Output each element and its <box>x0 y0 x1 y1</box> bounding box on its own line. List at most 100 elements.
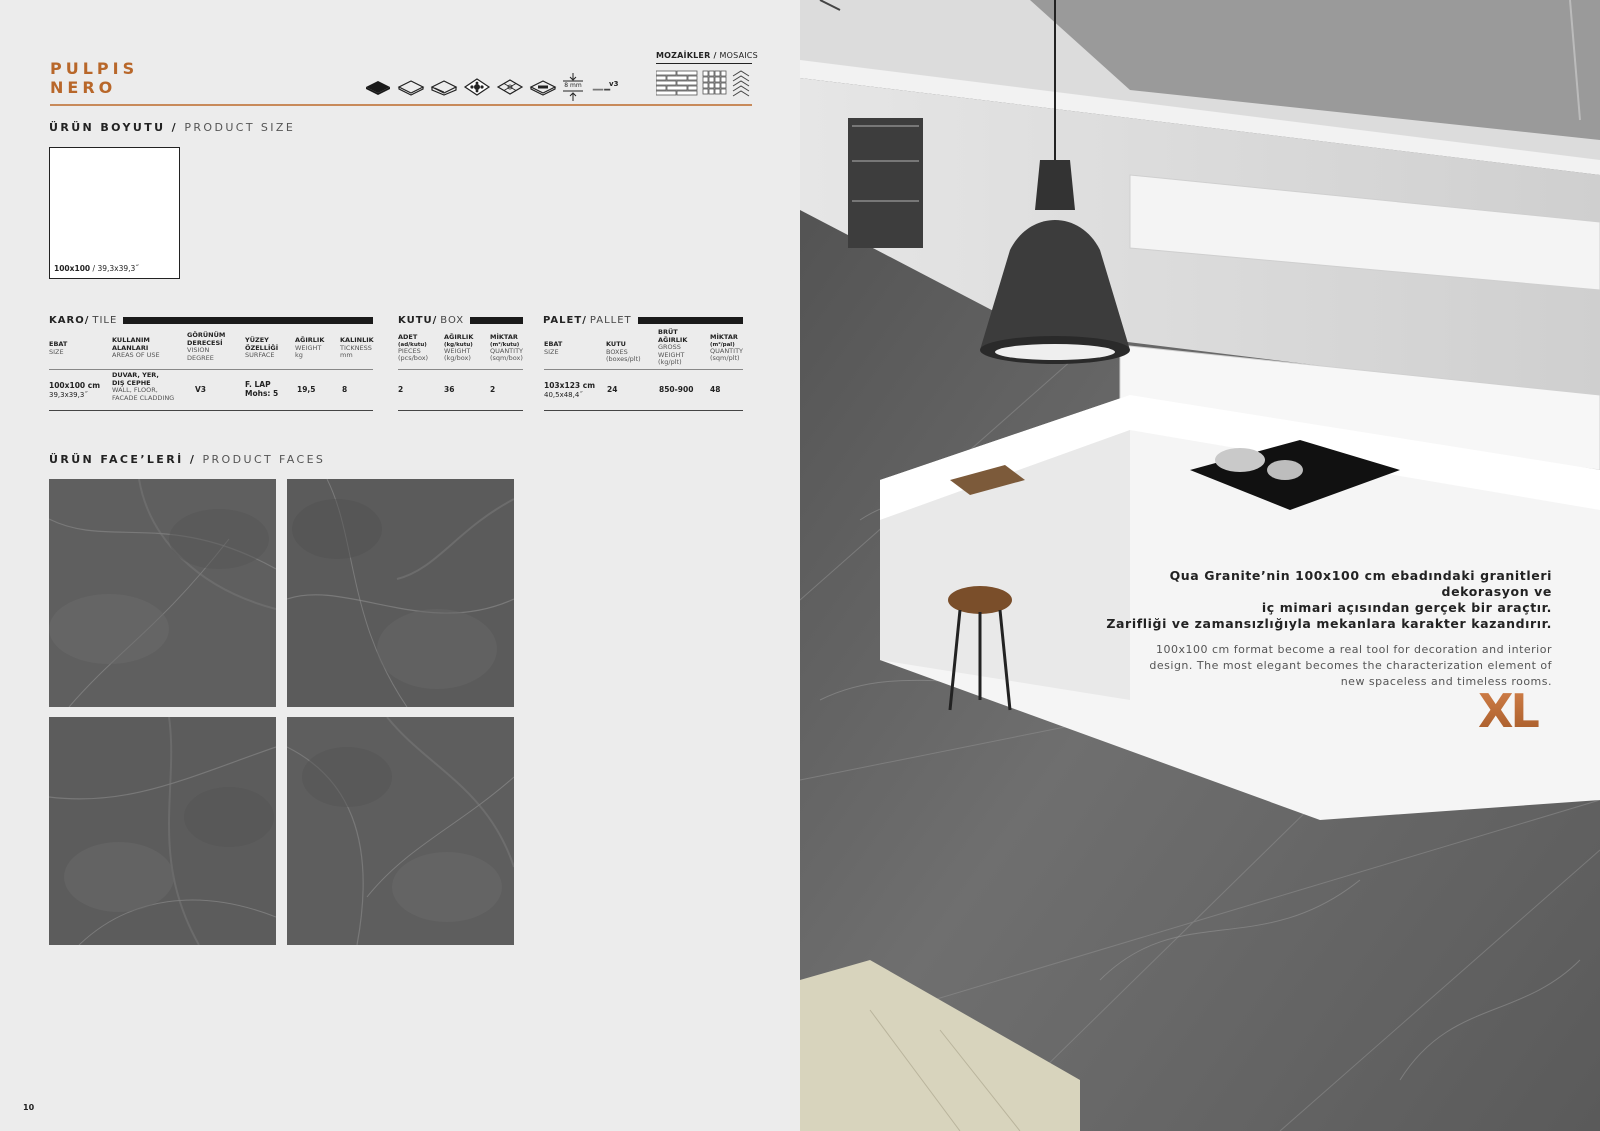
pallet-gross-value: 850-900 <box>659 385 694 394</box>
header-en: QUANTITY (sqm/box) <box>490 346 524 363</box>
header-tr: GÖRÜNÜM DERECESİ <box>187 331 226 347</box>
grid-pattern-icon <box>496 78 524 96</box>
decor-pattern-icon <box>463 78 491 96</box>
face-tile-2 <box>287 479 514 707</box>
tile-header-areas: KULLANIM ALANLARI AREAS OF USE <box>112 336 160 360</box>
header-en: SIZE <box>49 347 64 356</box>
page-number: 10 <box>23 1103 35 1112</box>
brick-mosaic-icon <box>655 70 698 98</box>
caption: Qua Granite’nin 100x100 cm ebadındaki gr… <box>1092 568 1552 690</box>
tile-table-heading: KARO / TILE <box>49 315 373 326</box>
tile-edge-icon <box>430 78 458 96</box>
box-table-bottom <box>398 410 523 411</box>
header-en: PIECES (pcs/box) <box>398 346 429 363</box>
header-tr: MİKTAR <box>490 333 518 341</box>
tile-table-title-tr: KARO <box>49 315 85 326</box>
product-size-heading: ÜRÜN BOYUTU / PRODUCT SIZE <box>49 121 295 134</box>
value-en: WALL, FLOOR, FACADE CLADDING <box>112 386 175 402</box>
feature-icons: 8 mm v3 <box>364 73 626 101</box>
chevron-mosaic-icon <box>732 70 750 98</box>
tile-header-thickness: KALINLIK TICKNESS mm <box>340 336 374 360</box>
header-en: GROSS WEIGHT (kg/plt) <box>658 343 685 367</box>
tile-header-weight: AĞIRLIK WEIGHT kg <box>295 336 324 360</box>
thickness-label: 8 mm <box>564 82 582 89</box>
tile-weight-value: 19,5 <box>297 385 316 394</box>
box-table-title-tr: KUTU <box>398 315 433 326</box>
mosaics-label: MOZAİKLER / MOSAICS <box>656 51 758 60</box>
size-diagram: 100x100 / 39,3x39,3˝ <box>49 147 180 279</box>
header-tr: AĞIRLIK <box>444 333 474 341</box>
product-name-line2: NERO <box>50 78 117 97</box>
header-en: WEIGHT (kg/box) <box>444 346 471 363</box>
heading-bar <box>123 317 373 324</box>
pallet-header-size: EBAT SIZE <box>544 340 562 356</box>
value-in: 40,5x48,4˝ <box>544 390 583 399</box>
header-en: VISION DEGREE <box>187 346 214 362</box>
value-cm: 103x123 cm <box>544 381 596 390</box>
xl-badge-text: XL <box>1478 689 1539 731</box>
mosaics-divider <box>656 63 752 64</box>
header-tr: BRÜT AĞIRLIK <box>658 328 688 344</box>
variation-v3-icon: v3 <box>589 78 621 96</box>
product-name-line1: PULPIS <box>50 59 139 78</box>
product-title: PULPIS NERO <box>50 59 138 97</box>
tile-surface-value: F. LAP Mohs: 5 <box>245 380 279 398</box>
tile-size-value: 100x100 cm 39,3x39,3˝ <box>49 381 101 399</box>
tile-outline-icon <box>397 78 425 96</box>
pallet-table-divider <box>544 369 743 370</box>
variation-label: v3 <box>609 80 619 88</box>
mosaics-label-en: MOSAICS <box>719 51 758 60</box>
header-en: QUANTITY (sqm/plt) <box>710 346 744 363</box>
value-cm: 100x100 cm <box>49 381 101 390</box>
size-label: 100x100 / 39,3x39,3˝ <box>54 264 139 273</box>
full-body-tile-icon <box>364 78 392 96</box>
box-quantity-value: 2 <box>490 385 496 394</box>
caption-tr: Qua Granite’nin 100x100 cm ebadındaki gr… <box>1106 568 1552 631</box>
value-tr: DUVAR, YER, DIŞ CEPHE <box>112 371 159 387</box>
tile-vision-value: V3 <box>195 385 207 394</box>
header-rule <box>50 104 752 106</box>
heading-bar <box>470 317 523 324</box>
box-pieces-value: 2 <box>398 385 404 394</box>
header-en: SURFACE <box>245 351 275 360</box>
pallet-header-quantity: MİKTAR (m²/pal) QUANTITY (sqm/plt) <box>710 333 744 363</box>
header-en: AREAS OF USE <box>112 351 160 360</box>
xl-badge: XL <box>1478 684 1554 738</box>
box-weight-value: 36 <box>444 385 455 394</box>
header-tr: ADET <box>398 333 418 341</box>
pallet-table-title-en: PALLET <box>589 315 632 326</box>
value-in: 39,3x39,3˝ <box>49 390 88 399</box>
product-faces-heading: ÜRÜN FACE’LERİ / PRODUCT FACES <box>49 453 325 466</box>
square-mosaic-icon <box>702 70 728 98</box>
tile-header-size: EBAT SIZE <box>49 340 67 356</box>
header-en: TICKNESS mm <box>340 343 372 360</box>
product-size-heading-en: PRODUCT SIZE <box>184 121 296 134</box>
tile-areas-value: DUVAR, YER, DIŞ CEPHE WALL, FLOOR, FACADE… <box>112 371 175 402</box>
mosaic-icons <box>655 70 750 98</box>
box-table-divider <box>398 369 523 370</box>
tile-text-icon <box>529 78 557 96</box>
box-header-quantity: MİKTAR (m²/kutu) QUANTITY (sqm/box) <box>490 333 524 363</box>
pallet-quantity-value: 48 <box>710 385 721 394</box>
tile-header-vision: GÖRÜNÜM DERECESİ VISION DEGREE <box>187 331 226 362</box>
heading-separator: / <box>165 121 185 134</box>
product-faces-heading-en: PRODUCT FACES <box>202 453 326 466</box>
heading-bar <box>637 317 743 324</box>
size-cm: 100x100 <box>54 264 91 273</box>
product-faces-heading-tr: ÜRÜN FACE’LERİ <box>49 453 184 466</box>
box-header-weight: AĞIRLIK (kg/kutu) WEIGHT (kg/box) <box>444 333 474 363</box>
header-en: BOXES (boxes/plt) <box>606 347 641 364</box>
tile-table-divider <box>49 369 373 370</box>
box-table-title-en: BOX <box>440 315 465 326</box>
box-header-pieces: ADET (ad/kutu) PIECES (pcs/box) <box>398 333 429 363</box>
pallet-table-bottom <box>544 410 743 411</box>
box-table-heading: KUTU / BOX <box>398 315 523 326</box>
header-en: WEIGHT kg <box>295 343 322 360</box>
tile-thickness-value: 8 <box>342 385 348 394</box>
mosaics-label-tr: MOZAİKLER <box>656 51 711 60</box>
header-en: SIZE <box>544 347 559 356</box>
header-tr: KULLANIM ALANLARI <box>112 336 150 352</box>
size-in: / 39,3x39,3˝ <box>92 264 140 273</box>
pallet-table-title-tr: PALET <box>543 315 583 326</box>
spec-page: PULPIS NERO 8 mm v3 MOZAİKLER / MOSAICS … <box>0 0 800 1131</box>
